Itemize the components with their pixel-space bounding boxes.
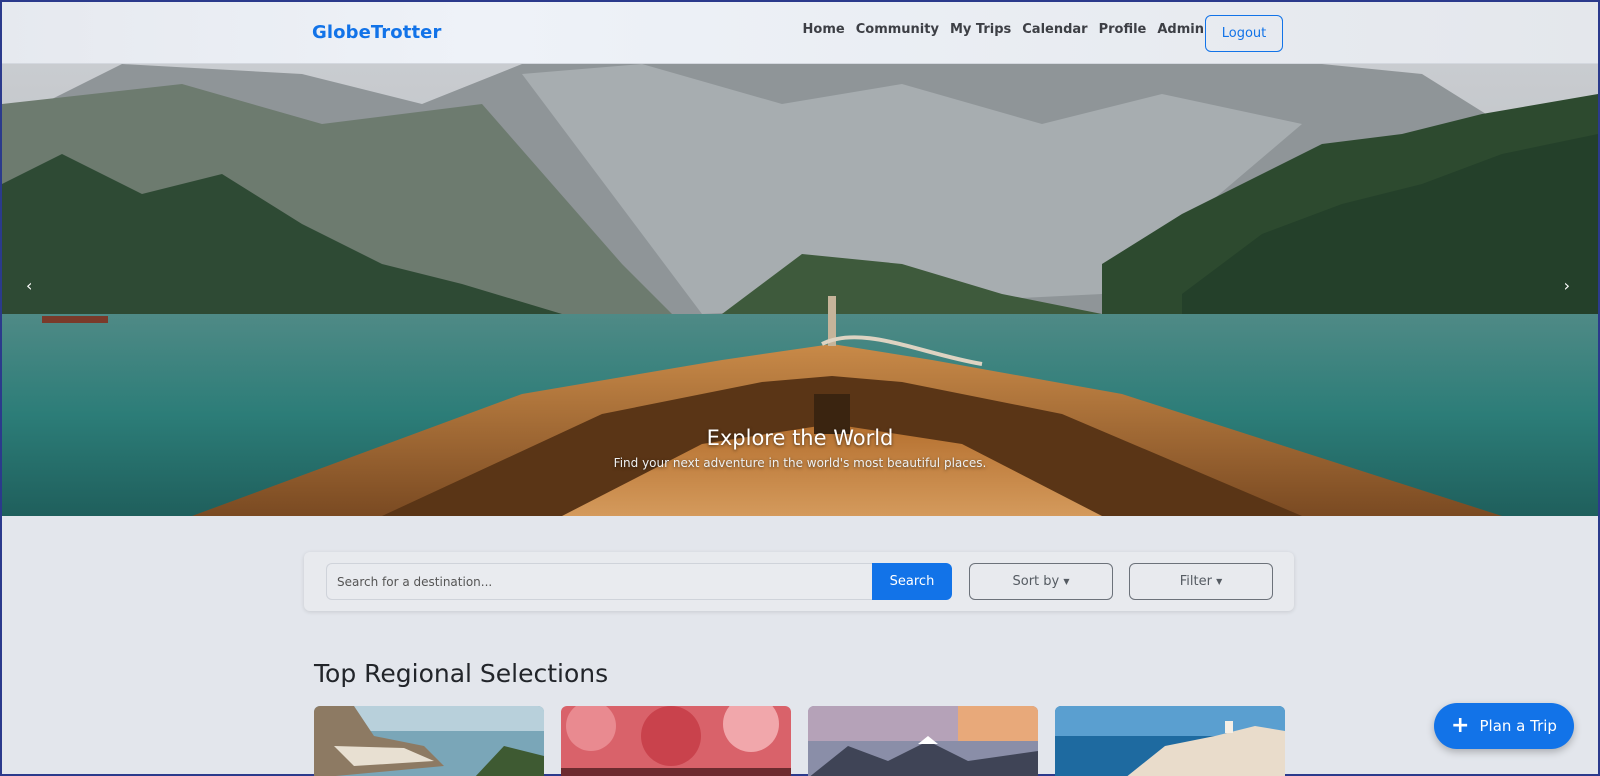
nav-link-community[interactable]: Community bbox=[856, 22, 939, 37]
carousel-prev-button[interactable]: ‹ bbox=[26, 276, 32, 295]
top-navbar: GlobeTrotter Home Community My Trips Cal… bbox=[2, 2, 1598, 64]
chevron-right-icon: › bbox=[1563, 276, 1570, 295]
caret-down-icon: ▼ bbox=[1063, 577, 1070, 586]
region-card[interactable] bbox=[1055, 706, 1285, 776]
plan-a-trip-label: Plan a Trip bbox=[1479, 717, 1557, 735]
sort-by-dropdown[interactable]: Sort by ▼ bbox=[969, 563, 1113, 600]
hero-carousel: ‹ › Explore the World Find your next adv… bbox=[2, 64, 1598, 516]
nav-link-my-trips[interactable]: My Trips bbox=[950, 22, 1011, 37]
logout-button[interactable]: Logout bbox=[1205, 15, 1283, 52]
region-card-image bbox=[561, 706, 791, 776]
section-title: Top Regional Selections bbox=[314, 659, 609, 688]
nav-link-profile[interactable]: Profile bbox=[1099, 22, 1147, 37]
hero-caption: Explore the World Find your next adventu… bbox=[2, 426, 1598, 470]
nav-link-home[interactable]: Home bbox=[803, 22, 845, 37]
filter-dropdown[interactable]: Filter ▼ bbox=[1129, 563, 1273, 600]
plan-a-trip-button[interactable]: + Plan a Trip bbox=[1434, 703, 1574, 749]
caret-down-icon: ▼ bbox=[1216, 577, 1223, 586]
search-button[interactable]: Search bbox=[872, 563, 952, 600]
region-card-image bbox=[1055, 706, 1285, 776]
nav-links: Home Community My Trips Calendar Profile… bbox=[803, 22, 1204, 37]
region-card[interactable] bbox=[314, 706, 544, 776]
region-card[interactable] bbox=[561, 706, 791, 776]
region-card-image bbox=[314, 706, 544, 776]
hero-title: Explore the World bbox=[706, 426, 894, 450]
carousel-next-button[interactable]: › bbox=[1564, 276, 1570, 295]
plus-icon: + bbox=[1451, 713, 1470, 738]
nav-link-calendar[interactable]: Calendar bbox=[1022, 22, 1087, 37]
search-input[interactable] bbox=[326, 563, 873, 600]
chevron-left-icon: ‹ bbox=[26, 276, 33, 295]
search-panel: Search Sort by ▼ Filter ▼ bbox=[304, 552, 1294, 611]
region-card[interactable] bbox=[808, 706, 1038, 776]
nav-link-admin[interactable]: Admin bbox=[1157, 22, 1204, 37]
region-card-image bbox=[808, 706, 1038, 776]
brand-logo[interactable]: GlobeTrotter bbox=[312, 22, 441, 43]
sort-by-label: Sort by bbox=[1012, 574, 1060, 589]
filter-label: Filter bbox=[1179, 574, 1212, 589]
hero-subtitle: Find your next adventure in the world's … bbox=[613, 456, 987, 470]
